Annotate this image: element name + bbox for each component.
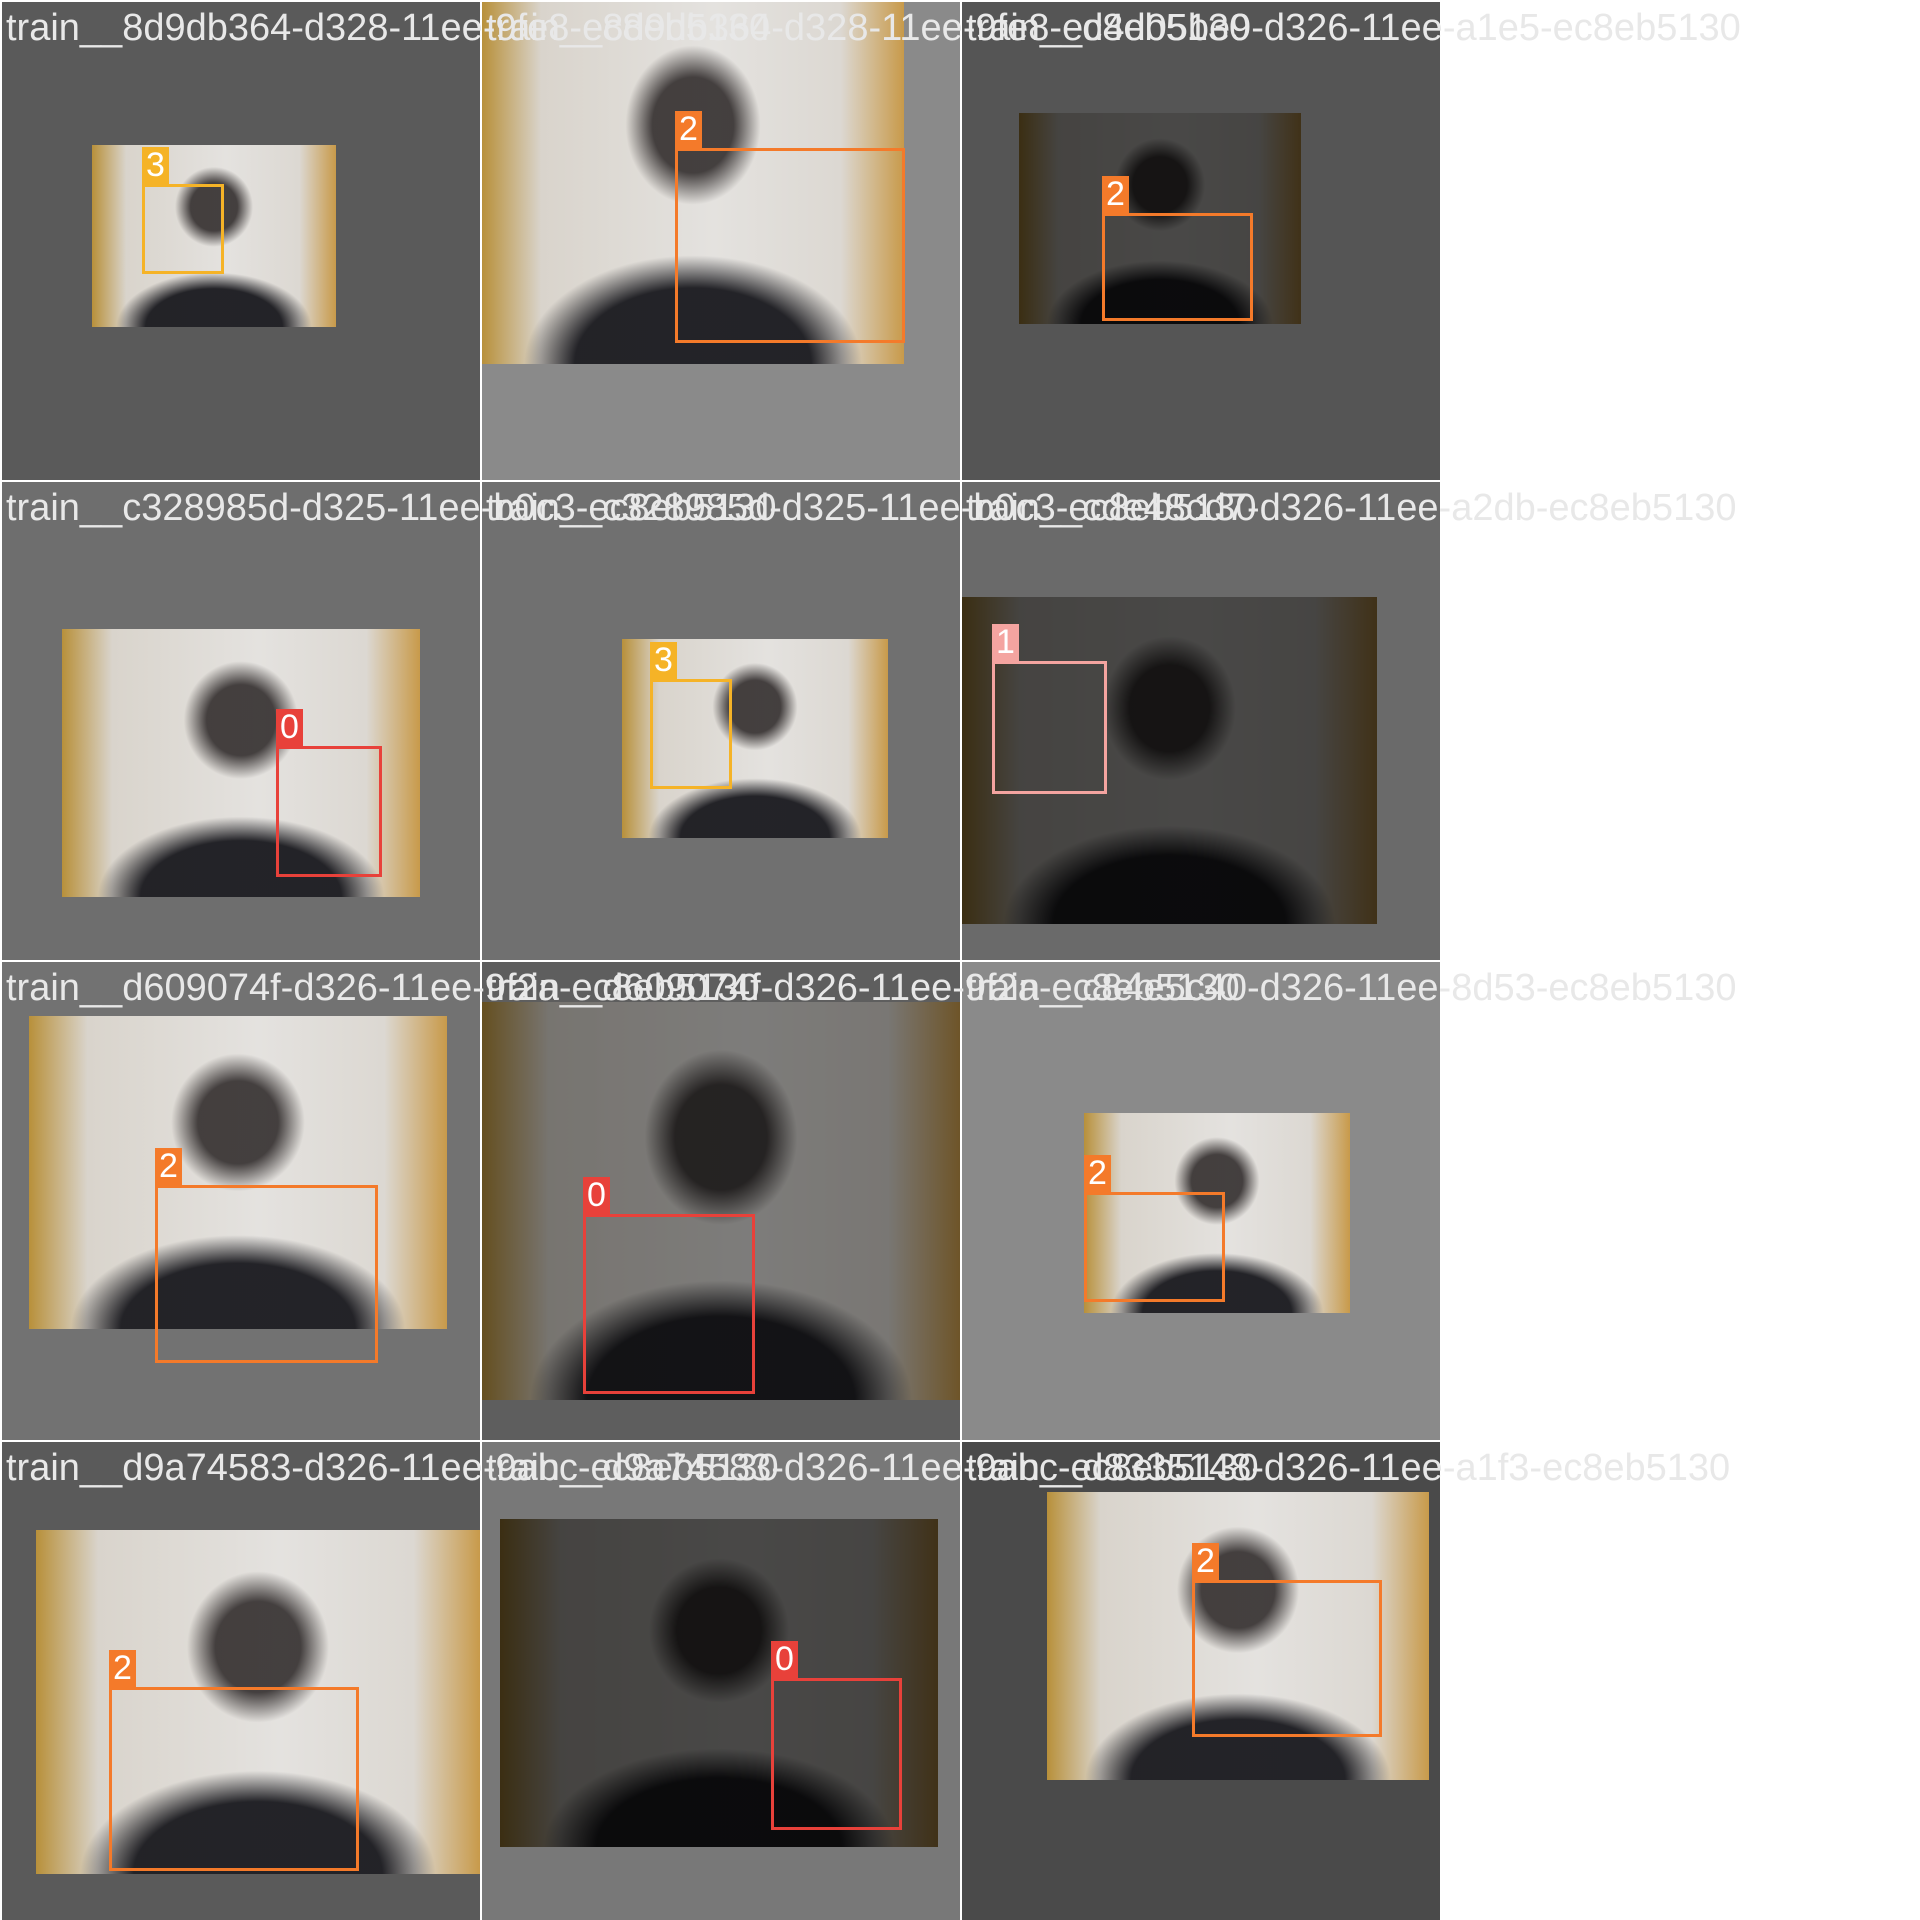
bounding-box xyxy=(675,148,905,343)
image-tile: 3 train__c328985d-d325-11ee-b0c3-ec8eb513… xyxy=(482,482,1256,960)
bounding-box xyxy=(142,184,224,274)
class-label: 3 xyxy=(650,642,677,679)
bounding-box xyxy=(1102,213,1253,321)
bounding-box xyxy=(992,661,1107,794)
mosaic-grid: 3 train__8d9db364-d328-11ee-9fe8-ec8eb513… xyxy=(0,0,1920,1920)
image-tile: 2 train__d609074f-d326-11ee-9f2a-ec8eb513… xyxy=(2,962,760,1440)
bounding-box xyxy=(109,1687,359,1871)
image-tile: 0 train__d609074f-d326-11ee-9f2a-ec8eb513… xyxy=(482,962,1240,1440)
class-label: 2 xyxy=(155,1148,182,1185)
class-label: 1 xyxy=(992,624,1019,661)
image-tile: 1 train__cde48cd7-d326-11ee-a2db-ec8eb513… xyxy=(962,482,1736,960)
tile-filename: train__c84e5c40-d326-11ee-8d53-ec8eb5130 xyxy=(966,967,1737,1009)
tile-filename: train__d8335148-d326-11ee-a1f3-ec8eb5130 xyxy=(966,1447,1731,1489)
class-label: 0 xyxy=(771,1641,798,1678)
image-tile: 2 train__d9a74583-d326-11ee-9abc-ec8eb513… xyxy=(2,1442,779,1920)
image-tile: 2 train__d4d05be9-d326-11ee-a1e5-ec8eb513… xyxy=(962,2,1741,480)
class-label: 0 xyxy=(583,1177,610,1214)
class-label: 0 xyxy=(276,709,303,746)
bounding-box xyxy=(771,1678,902,1830)
tile-filename: train__cde48cd7-d326-11ee-a2db-ec8eb5130 xyxy=(966,487,1737,529)
image-tile: 0 train__d9a74583-d326-11ee-9abc-ec8eb513… xyxy=(482,1442,1259,1920)
image-tile: 3 train__8d9db364-d328-11ee-9fe8-ec8eb513… xyxy=(2,2,770,480)
image-tile: 0 train__c328985d-d325-11ee-b0c3-ec8eb513… xyxy=(2,482,776,960)
class-label: 2 xyxy=(675,111,702,148)
class-label: 2 xyxy=(1102,176,1129,213)
bounding-box xyxy=(1084,1192,1225,1302)
image-tile: 2 train__c84e5c40-d326-11ee-8d53-ec8eb513… xyxy=(962,962,1736,1440)
class-label: 2 xyxy=(109,1650,136,1687)
tile-filename: train__d4d05be9-d326-11ee-a1e5-ec8eb5130 xyxy=(966,7,1741,49)
bounding-box xyxy=(650,679,732,789)
bounding-box xyxy=(583,1214,755,1394)
class-label: 2 xyxy=(1084,1155,1111,1192)
bounding-box xyxy=(155,1185,378,1363)
class-label: 2 xyxy=(1192,1543,1219,1580)
bounding-box xyxy=(276,746,382,877)
class-label: 3 xyxy=(142,147,169,184)
bounding-box xyxy=(1192,1580,1382,1737)
image-tile: 2 train__8d9db364-d328-11ee-9fe8-ec8eb513… xyxy=(482,2,1250,480)
image-tile: 2 train__d8335148-d326-11ee-a1f3-ec8eb513… xyxy=(962,1442,1730,1920)
